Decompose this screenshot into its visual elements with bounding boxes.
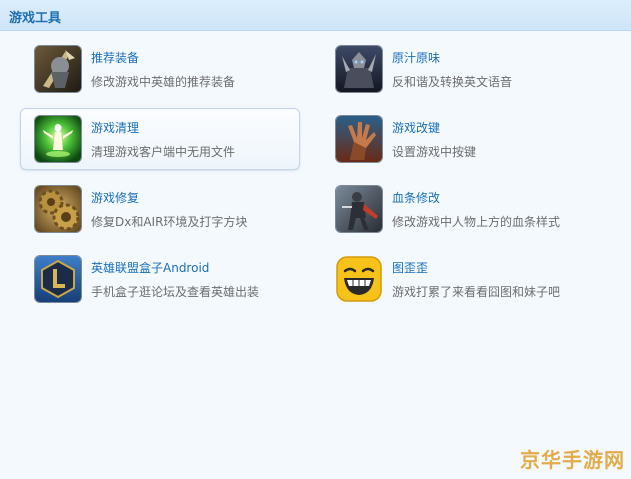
- glowing-spirit-icon: [35, 116, 81, 162]
- tool-name: 原汁原味: [392, 51, 441, 65]
- tool-description: 反和谐及转换英文语音: [392, 75, 513, 89]
- tool-description: 清理游戏客户端中无用文件: [91, 145, 236, 159]
- dark-warrior-icon: [336, 186, 382, 232]
- tool-name: 图歪歪: [392, 261, 429, 275]
- tool-item-key-remap[interactable]: 游戏改键 设置游戏中按键: [321, 108, 601, 170]
- tool-item-healthbar-mod[interactable]: 血条修改 修改游戏中人物上方的血条样式: [321, 178, 601, 240]
- section-header: 游戏工具: [0, 0, 631, 31]
- tool-description: 游戏打累了来看看囧图和妹子吧: [392, 285, 561, 299]
- tool-description: 设置游戏中按键: [392, 145, 477, 159]
- tools-panel: 推荐装备 修改游戏中英雄的推荐装备 原汁原味 反和谐及转换英文语音 游戏清理 清…: [0, 31, 631, 479]
- section-title: 游戏工具: [9, 11, 62, 26]
- tool-name: 游戏清理: [91, 121, 140, 135]
- tool-item-tuwaiwai[interactable]: 图歪歪 游戏打累了来看看囧图和妹子吧: [321, 248, 601, 310]
- golden-gears-icon: [35, 186, 81, 232]
- tool-name: 英雄联盟盒子Android: [91, 261, 210, 275]
- claw-hand-icon: [336, 116, 382, 162]
- tool-item-recommended-gear[interactable]: 推荐装备 修改游戏中英雄的推荐装备: [20, 38, 300, 100]
- dark-knight-icon: [336, 46, 382, 92]
- laughing-face-icon: [336, 256, 382, 302]
- tool-description: 修改游戏中英雄的推荐装备: [91, 75, 236, 89]
- tool-name: 血条修改: [392, 191, 441, 205]
- tool-description: 修改游戏中人物上方的血条样式: [392, 215, 561, 229]
- tool-item-original-voice[interactable]: 原汁原味 反和谐及转换英文语音: [321, 38, 601, 100]
- tool-description: 手机盒子逛论坛及查看英雄出装: [91, 285, 260, 299]
- tool-name: 游戏改键: [392, 121, 441, 135]
- site-watermark: 京华手游网: [520, 450, 625, 472]
- tool-item-game-repair[interactable]: 游戏修复 修复Dx和AIR环境及打字方块: [20, 178, 300, 240]
- tool-item-game-cleanup[interactable]: 游戏清理 清理游戏客户端中无用文件: [20, 108, 300, 170]
- tool-description: 修复Dx和AIR环境及打字方块: [91, 215, 248, 229]
- tool-name: 游戏修复: [91, 191, 140, 205]
- tool-item-lol-box-android[interactable]: 英雄联盟盒子Android 手机盒子逛论坛及查看英雄出装: [20, 248, 300, 310]
- lol-box-logo-icon: [35, 256, 81, 302]
- tool-name: 推荐装备: [91, 51, 140, 65]
- armored-warrior-icon: [35, 46, 81, 92]
